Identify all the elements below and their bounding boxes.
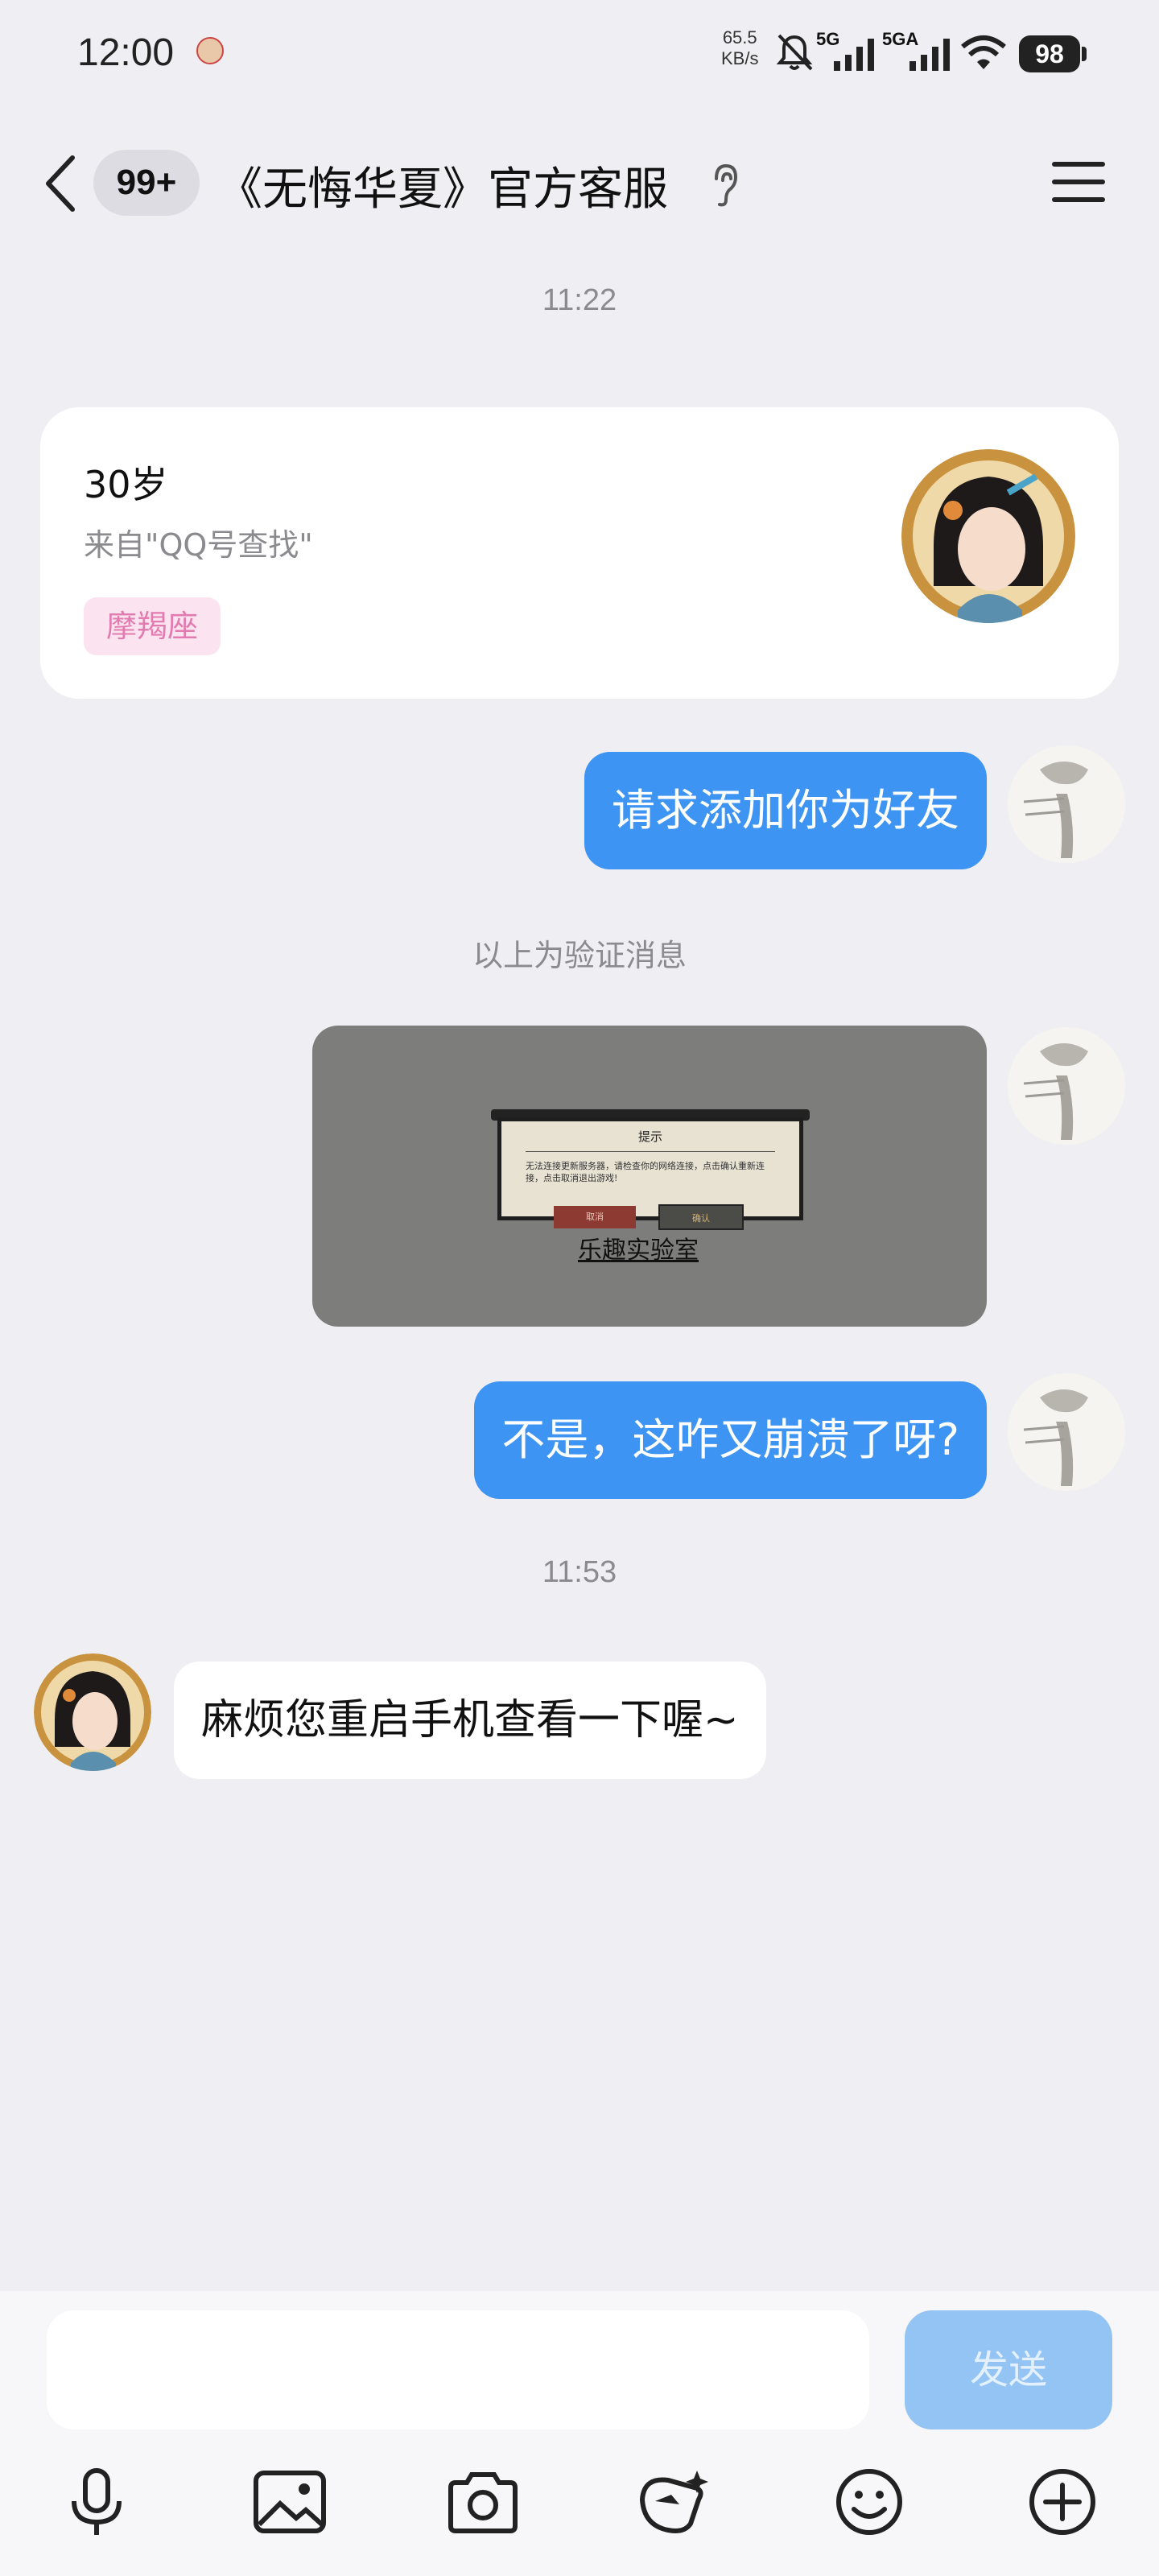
profile-avatar[interactable] [901,449,1075,623]
outgoing-message[interactable]: 请求添加你为好友 [584,752,987,869]
dialog-cancel-button: 取消 [554,1206,636,1228]
signal-bars-1-icon [834,39,874,71]
zodiac-tag: 摩羯座 [84,597,221,655]
profile-source: 来自"QQ号查找" [84,527,313,563]
dialog-box: 提示 无法连接更新服务器，请检查你的网络连接，点击确认重新连接，点击取消退出游戏… [497,1117,803,1220]
outgoing-message[interactable]: 不是，这咋又崩溃了呀? [474,1381,987,1499]
profile-age: 30岁 [84,463,168,506]
app-notification-icon [196,37,224,64]
my-avatar[interactable] [1008,1373,1125,1491]
verification-notice: 以上为验证消息 [472,938,687,973]
red-packet-icon[interactable] [633,2462,713,2542]
ear-icon[interactable] [708,161,740,209]
bell-muted-icon [776,34,813,71]
timestamp: 11:22 [542,283,617,317]
plus-icon[interactable] [1022,2462,1103,2542]
net-speed-value: 65.5 [722,27,757,47]
dialog-title: 提示 [637,1129,662,1144]
camera-icon[interactable] [443,2462,523,2542]
dialog-body: 无法连接更新服务器，请检查你的网络连接，点击确认重新连接，点击取消退出游戏! [526,1161,765,1183]
service-avatar[interactable] [34,1653,151,1771]
microphone-icon[interactable] [56,2462,137,2542]
image-icon[interactable] [250,2462,330,2542]
emoji-icon[interactable] [829,2462,909,2542]
net-speed: 65.5 KB/s [721,27,758,69]
signal-bars-2-icon [909,39,950,71]
menu-icon[interactable] [1051,158,1106,206]
back-arrow-icon[interactable] [40,153,80,214]
chat-title: 《无悔华夏》官方客服 [217,163,668,216]
studio-logo-text: 乐趣实验室 [578,1236,699,1265]
image-message[interactable]: 提示 无法连接更新服务器，请检查你的网络连接，点击确认重新连接，点击取消退出游戏… [312,1026,987,1327]
dialog-confirm-button: 确认 [658,1204,744,1230]
battery-indicator: 98 [1019,35,1087,72]
my-avatar[interactable] [1008,745,1125,863]
message-input[interactable] [47,2310,869,2429]
wifi-icon [961,35,1006,69]
my-avatar[interactable] [1008,1027,1125,1145]
unread-count-badge[interactable]: 99+ [93,150,200,216]
status-time: 12:00 [77,31,175,74]
timestamp: 11:53 [542,1555,617,1589]
incoming-message[interactable]: 麻烦您重启手机查看一下喔~ [174,1662,766,1779]
net-speed-unit: KB/s [721,48,759,68]
send-button[interactable]: 发送 [905,2310,1112,2429]
